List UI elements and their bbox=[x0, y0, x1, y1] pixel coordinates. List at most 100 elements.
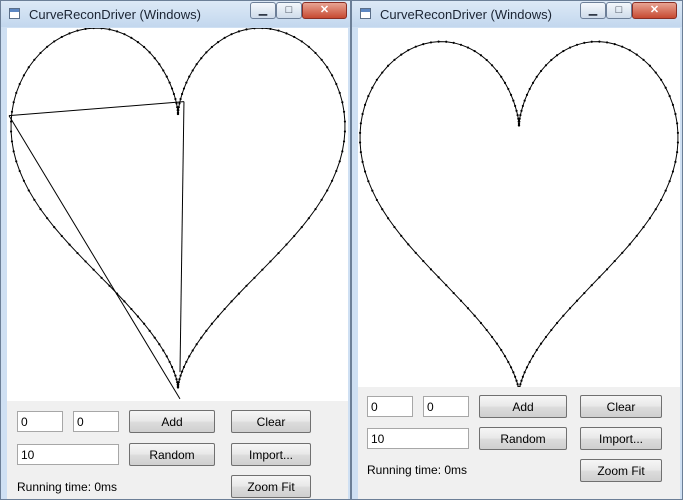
sample-point bbox=[341, 101, 344, 104]
sample-point bbox=[664, 189, 667, 192]
sample-point bbox=[642, 58, 645, 61]
sample-point bbox=[674, 160, 677, 163]
sample-point bbox=[320, 58, 323, 61]
import-button[interactable]: Import... bbox=[580, 427, 662, 450]
sample-point bbox=[293, 35, 296, 39]
curve-canvas[interactable] bbox=[358, 28, 680, 387]
sample-point bbox=[342, 140, 346, 143]
sample-point bbox=[176, 106, 179, 109]
add-button[interactable]: Add bbox=[479, 395, 567, 418]
sample-point bbox=[338, 91, 341, 95]
running-time-label: Running time: 0ms bbox=[17, 480, 118, 494]
sample-point bbox=[660, 78, 663, 81]
random-button[interactable]: Random bbox=[479, 427, 567, 450]
x-coordinate-input[interactable] bbox=[17, 411, 63, 432]
sample-point bbox=[60, 35, 63, 39]
sample-point bbox=[15, 91, 18, 95]
sample-point bbox=[153, 57, 156, 60]
sample-point bbox=[550, 58, 553, 62]
sample-point bbox=[517, 117, 520, 120]
sample-point bbox=[307, 45, 310, 48]
sample-point bbox=[509, 93, 513, 96]
sample-point bbox=[223, 307, 226, 311]
zoom-fit-button[interactable]: Zoom Fit bbox=[580, 459, 662, 482]
maximize-icon[interactable]: □ bbox=[606, 2, 632, 19]
sample-point bbox=[182, 365, 186, 369]
sample-point bbox=[148, 51, 151, 54]
sample-point bbox=[84, 260, 87, 263]
minimize-icon[interactable]: ▁ bbox=[580, 2, 606, 19]
random-button[interactable]: Random bbox=[129, 443, 215, 466]
close-icon[interactable]: ✕ bbox=[632, 2, 677, 19]
random-count-input[interactable] bbox=[17, 444, 119, 465]
sample-point bbox=[200, 336, 203, 339]
sample-point bbox=[621, 45, 624, 48]
random-count-input[interactable] bbox=[367, 428, 469, 449]
add-button[interactable]: Add bbox=[129, 410, 215, 433]
sample-point bbox=[479, 54, 483, 57]
sample-point bbox=[535, 348, 538, 352]
sample-point bbox=[185, 360, 188, 364]
sample-point bbox=[452, 291, 455, 295]
sample-point bbox=[422, 259, 425, 263]
sample-point bbox=[300, 40, 303, 43]
sample-point bbox=[195, 63, 198, 66]
sample-point bbox=[514, 104, 517, 108]
sample-point bbox=[342, 110, 346, 113]
title-bar[interactable]: CurveReconDriver (Windows) ▁ □ ✕ bbox=[1, 1, 350, 27]
sample-point bbox=[514, 375, 517, 378]
sample-point bbox=[466, 46, 470, 49]
window-title: CurveReconDriver (Windows) bbox=[380, 7, 552, 22]
sample-point bbox=[521, 375, 524, 378]
sample-point bbox=[375, 78, 378, 81]
sample-point bbox=[216, 41, 220, 44]
sample-point bbox=[375, 198, 378, 202]
sample-point bbox=[676, 141, 680, 144]
sample-point bbox=[437, 276, 440, 279]
sample-point bbox=[393, 58, 396, 61]
sample-point bbox=[158, 343, 161, 346]
sample-point bbox=[473, 49, 476, 53]
sample-point bbox=[671, 170, 675, 173]
sample-point bbox=[583, 291, 586, 295]
sample-point bbox=[330, 179, 334, 182]
sample-point bbox=[671, 103, 675, 106]
title-bar[interactable]: CurveReconDriver (Windows) ▁ □ ✕ bbox=[352, 1, 682, 27]
sample-point bbox=[613, 43, 616, 46]
sample-point bbox=[429, 268, 433, 271]
import-button[interactable]: Import... bbox=[231, 443, 311, 466]
reconstruction-edge bbox=[179, 101, 185, 373]
clear-button[interactable]: Clear bbox=[580, 395, 662, 418]
maximize-icon[interactable]: □ bbox=[276, 2, 302, 19]
sample-point bbox=[361, 112, 364, 116]
sample-point bbox=[371, 86, 374, 89]
minimize-icon[interactable]: ▁ bbox=[250, 2, 276, 19]
sample-point bbox=[12, 150, 15, 153]
sample-point bbox=[191, 349, 194, 352]
sample-point bbox=[174, 97, 177, 101]
close-icon[interactable]: ✕ bbox=[302, 2, 347, 19]
sample-point bbox=[628, 243, 631, 246]
sample-point bbox=[512, 371, 515, 374]
sample-point bbox=[400, 53, 403, 56]
sample-point bbox=[326, 66, 329, 69]
sample-point bbox=[555, 321, 559, 325]
sample-point bbox=[180, 370, 184, 373]
curve-canvas[interactable] bbox=[7, 28, 348, 401]
sample-point bbox=[108, 284, 111, 287]
zoom-fit-button[interactable]: Zoom Fit bbox=[231, 475, 311, 498]
sample-point bbox=[414, 45, 417, 48]
sample-point bbox=[429, 41, 433, 44]
sample-point bbox=[27, 66, 30, 69]
x-coordinate-input[interactable] bbox=[367, 396, 413, 417]
sample-point bbox=[230, 33, 233, 36]
sample-point bbox=[76, 251, 79, 255]
sample-point bbox=[123, 33, 126, 36]
clear-button[interactable]: Clear bbox=[231, 410, 311, 433]
sample-point bbox=[230, 300, 233, 303]
app-window-icon bbox=[360, 8, 371, 19]
y-coordinate-input[interactable] bbox=[423, 396, 469, 417]
sample-point bbox=[517, 385, 520, 387]
sample-point bbox=[544, 64, 548, 67]
y-coordinate-input[interactable] bbox=[73, 411, 119, 432]
